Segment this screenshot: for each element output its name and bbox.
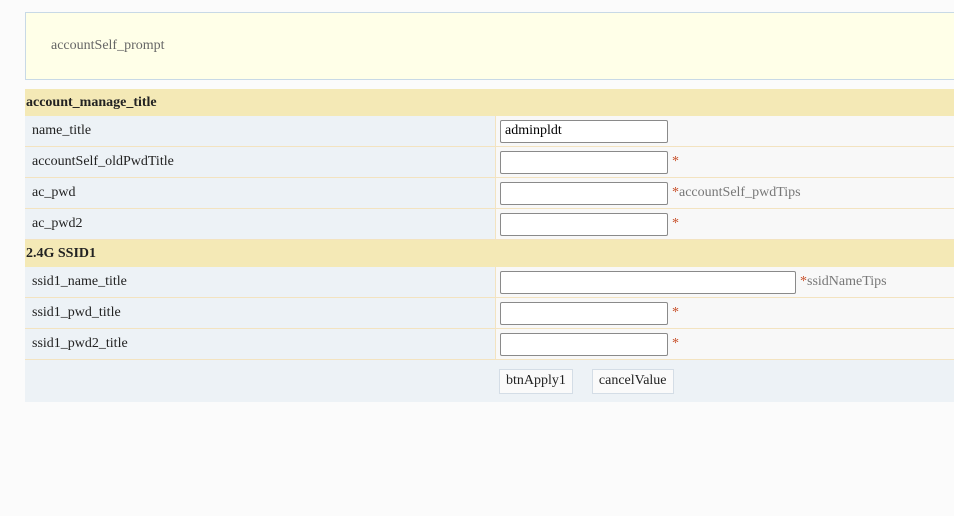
form-row-confirm-password: ac_pwd2 * <box>25 209 954 240</box>
section-header-account: account_manage_title <box>25 89 954 116</box>
cancel-button[interactable]: cancelValue <box>591 368 674 394</box>
apply-button[interactable]: btnApply1 <box>499 368 573 394</box>
old-password-field-cell: * <box>495 147 954 177</box>
name-field-cell <box>495 116 954 146</box>
form-row-name: name_title <box>25 116 954 147</box>
ssid-confirm-password-field-cell: * <box>495 329 954 359</box>
ssid-password-field-cell: * <box>495 298 954 328</box>
required-star: * <box>672 154 679 169</box>
ssid-name-label: ssid1_name_title <box>25 267 495 297</box>
old-password-input[interactable] <box>500 150 668 174</box>
ssid-confirm-password-label: ssid1_pwd2_title <box>25 329 495 359</box>
prompt-text: accountSelf_prompt <box>51 38 165 53</box>
required-star: * <box>672 216 679 231</box>
new-password-field-cell: * accountSelf_pwdTips <box>495 178 954 208</box>
form-row-ssid-confirm-password: ssid1_pwd2_title * <box>25 329 954 360</box>
confirm-password-label: ac_pwd2 <box>25 209 495 239</box>
new-password-label: ac_pwd <box>25 178 495 208</box>
form-row-ssid-password: ssid1_pwd_title * <box>25 298 954 329</box>
prompt-box: accountSelf_prompt <box>25 12 954 80</box>
confirm-password-field-cell: * <box>495 209 954 239</box>
ssid-confirm-password-input[interactable] <box>500 332 668 356</box>
account-form: account_manage_title name_title accountS… <box>25 89 954 402</box>
new-password-input[interactable] <box>500 181 668 205</box>
form-row-new-password: ac_pwd * accountSelf_pwdTips <box>25 178 954 209</box>
required-star: * <box>672 185 679 200</box>
ssid-password-label: ssid1_pwd_title <box>25 298 495 328</box>
section-header-ssid: 2.4G SSID1 <box>25 240 954 267</box>
required-star: * <box>672 305 679 320</box>
button-row: btnApply1 cancelValue <box>25 360 954 402</box>
button-group: btnApply1 cancelValue <box>495 360 954 402</box>
ssid-name-tip: ssidNameTips <box>807 274 887 289</box>
form-row-old-password: accountSelf_oldPwdTitle * <box>25 147 954 178</box>
required-star: * <box>800 274 807 289</box>
button-row-spacer <box>25 360 495 402</box>
ssid-password-input[interactable] <box>500 301 668 325</box>
old-password-label: accountSelf_oldPwdTitle <box>25 147 495 177</box>
form-row-ssid-name: ssid1_name_title * ssidNameTips <box>25 267 954 298</box>
required-star: * <box>672 336 679 351</box>
confirm-password-input[interactable] <box>500 212 668 236</box>
ssid-name-field-cell: * ssidNameTips <box>495 267 954 297</box>
password-tip: accountSelf_pwdTips <box>679 185 801 200</box>
ssid-name-input[interactable] <box>500 270 796 294</box>
username-input[interactable] <box>500 119 668 143</box>
name-label: name_title <box>25 116 495 146</box>
